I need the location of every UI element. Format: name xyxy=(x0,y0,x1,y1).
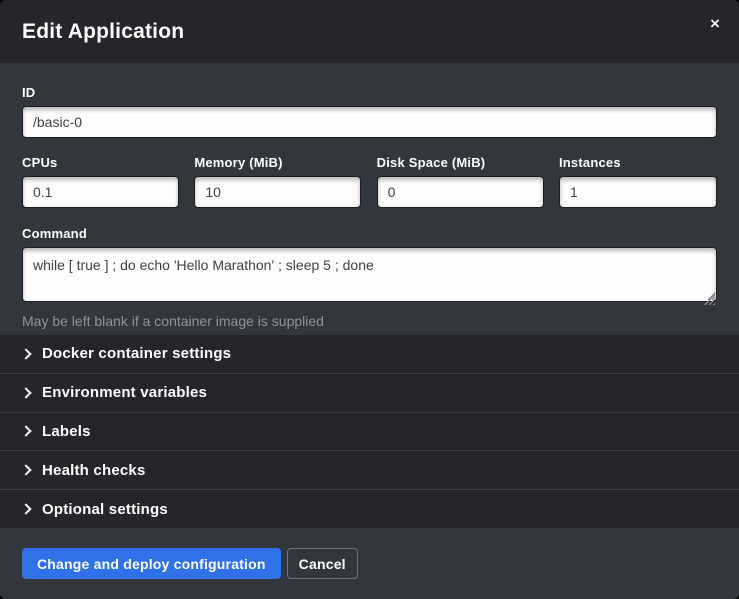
edit-application-modal: Edit Application × ID CPUs Memory (MiB) … xyxy=(0,0,739,599)
section-label: Environment variables xyxy=(42,384,207,401)
accordion-sections: Docker container settings Environment va… xyxy=(0,335,739,528)
instances-field-group: Instances xyxy=(559,155,717,208)
command-help-text: May be left blank if a container image i… xyxy=(22,313,717,329)
command-label: Command xyxy=(22,226,717,241)
command-field-group: Command while [ true ] ; do echo 'Hello … xyxy=(22,226,717,329)
chevron-right-icon xyxy=(20,465,31,476)
modal-title: Edit Application xyxy=(22,20,184,44)
cpus-input[interactable] xyxy=(22,176,179,208)
chevron-right-icon xyxy=(20,348,31,359)
cpus-field-group: CPUs xyxy=(22,155,179,208)
id-input[interactable] xyxy=(22,106,717,138)
section-optional-settings[interactable]: Optional settings xyxy=(0,489,739,528)
chevron-right-icon xyxy=(20,426,31,437)
disk-label: Disk Space (MiB) xyxy=(377,155,544,170)
section-label: Optional settings xyxy=(42,501,168,518)
id-field-group: ID xyxy=(22,85,717,138)
instances-input[interactable] xyxy=(559,176,717,208)
change-and-deploy-button[interactable]: Change and deploy configuration xyxy=(22,548,281,579)
section-health-checks[interactable]: Health checks xyxy=(0,450,739,489)
modal-header: Edit Application × xyxy=(0,0,739,63)
cpus-label: CPUs xyxy=(22,155,179,170)
memory-label: Memory (MiB) xyxy=(194,155,361,170)
instances-label: Instances xyxy=(559,155,717,170)
form-body: ID CPUs Memory (MiB) Disk Space (MiB) In… xyxy=(0,63,739,335)
id-label: ID xyxy=(22,85,717,100)
section-docker-container-settings[interactable]: Docker container settings xyxy=(0,335,739,373)
memory-input[interactable] xyxy=(194,176,361,208)
modal-footer: Change and deploy configuration Cancel xyxy=(0,528,739,599)
section-label: Health checks xyxy=(42,462,145,479)
section-label: Docker container settings xyxy=(42,345,231,362)
cancel-button[interactable]: Cancel xyxy=(287,548,358,579)
section-label: Labels xyxy=(42,423,91,440)
command-textarea[interactable]: while [ true ] ; do echo 'Hello Marathon… xyxy=(22,247,717,302)
resources-row: CPUs Memory (MiB) Disk Space (MiB) Insta… xyxy=(22,155,717,208)
memory-field-group: Memory (MiB) xyxy=(194,155,361,208)
section-environment-variables[interactable]: Environment variables xyxy=(0,373,739,412)
close-icon[interactable]: × xyxy=(703,12,727,36)
chevron-right-icon xyxy=(20,387,31,398)
chevron-right-icon xyxy=(20,503,31,514)
disk-field-group: Disk Space (MiB) xyxy=(377,155,544,208)
disk-input[interactable] xyxy=(377,176,544,208)
section-labels[interactable]: Labels xyxy=(0,412,739,451)
